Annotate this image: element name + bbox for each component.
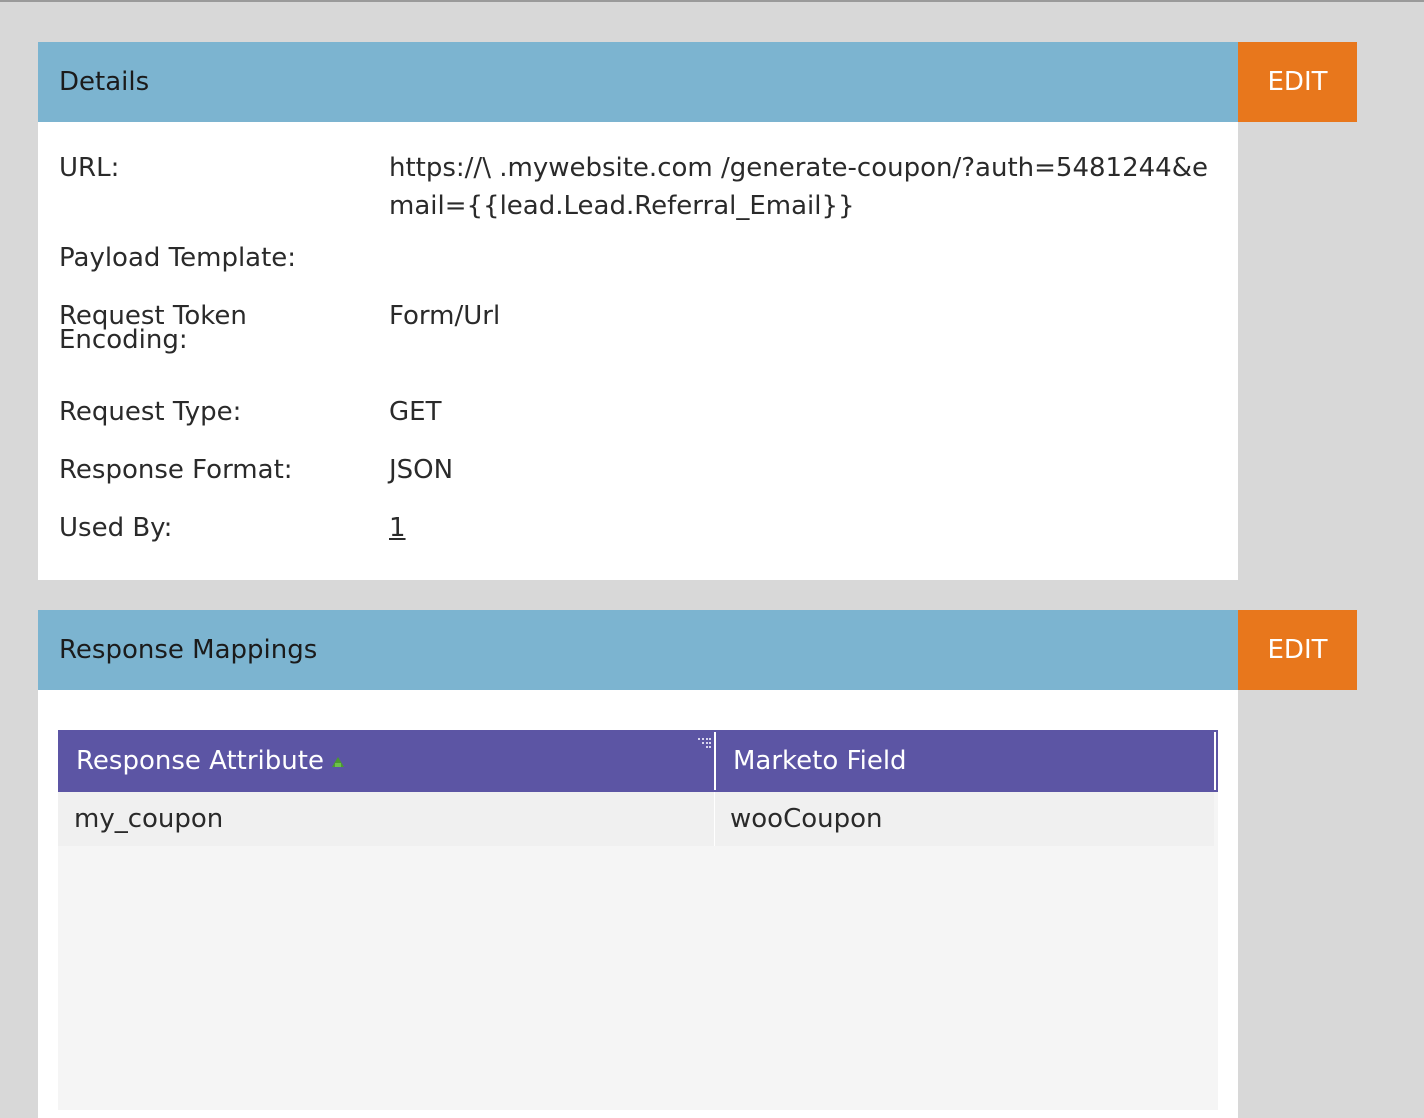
details-panel: Details EDIT URL: https://\ .mywebsite.c…	[38, 42, 1357, 580]
column-header-marketo-field[interactable]: Marketo Field	[733, 730, 1203, 792]
column-divider	[1214, 732, 1216, 790]
column-header-response-attribute-label: Response Attribute	[76, 746, 324, 776]
grid-header: Response Attribute Marketo Field	[58, 730, 1218, 792]
cell-response-attribute: my_coupon	[74, 804, 224, 834]
mappings-title: Response Mappings	[59, 635, 318, 665]
response-format-label: Response Format:	[59, 455, 293, 485]
column-resize-icon[interactable]	[696, 736, 712, 750]
response-format-value: JSON	[389, 455, 454, 485]
response-mappings-panel: Response Mappings EDIT Response Attribut…	[38, 610, 1357, 1118]
request-token-encoding-label: Request Token Encoding:	[59, 301, 247, 355]
request-token-encoding-value: Form/Url	[389, 301, 501, 331]
request-type-value: GET	[389, 397, 442, 427]
table-row[interactable]: my_coupon wooCoupon	[58, 792, 1214, 846]
column-header-response-attribute[interactable]: Response Attribute	[76, 730, 706, 792]
details-edit-button[interactable]: EDIT	[1238, 42, 1357, 122]
mappings-header: Response Mappings	[38, 610, 1238, 690]
request-type-label: Request Type:	[59, 397, 242, 427]
used-by-label: Used By:	[59, 513, 173, 543]
mappings-edit-button[interactable]: EDIT	[1238, 610, 1357, 690]
details-header: Details	[38, 42, 1238, 122]
sort-ascending-icon[interactable]	[330, 756, 346, 768]
mappings-grid: Response Attribute Marketo Field my_coup…	[58, 730, 1218, 1110]
used-by-link[interactable]: 1	[389, 513, 406, 543]
used-by-value: 1	[389, 513, 1229, 543]
top-border	[0, 0, 1424, 2]
url-value: https://\ .mywebsite.com /generate-coupo…	[389, 153, 1208, 221]
details-title: Details	[59, 67, 150, 97]
url-label: URL:	[59, 153, 120, 183]
column-divider	[714, 732, 716, 790]
cell-marketo-field: wooCoupon	[730, 804, 883, 834]
cell-divider	[714, 792, 715, 846]
payload-template-label: Payload Template:	[59, 243, 297, 273]
